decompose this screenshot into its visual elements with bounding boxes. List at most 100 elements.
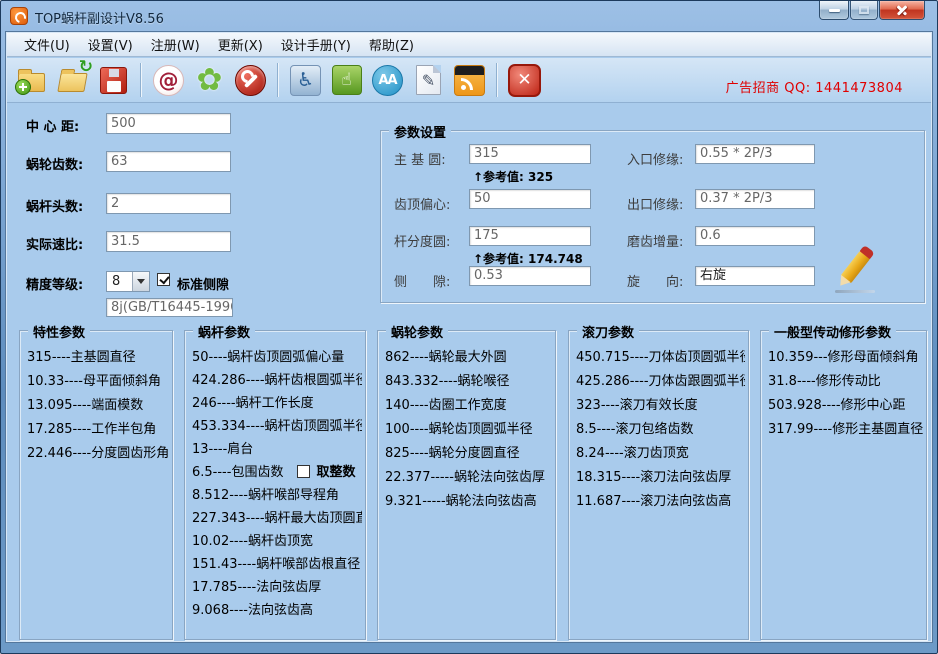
open-arrow-icon: ↻ <box>79 60 93 74</box>
close-icon <box>895 3 909 17</box>
minimize-button[interactable] <box>819 1 849 20</box>
worm-starts-input[interactable]: 2 <box>106 193 231 214</box>
toolbar-separator <box>496 63 498 97</box>
menu-design-manual[interactable]: 设计手册(Y) <box>272 33 360 56</box>
menu-register[interactable]: 注册(W) <box>142 33 209 56</box>
worm-wheel-params-title: 蜗轮参数 <box>386 322 448 341</box>
toolbar: ↻ @ ✿ ♿ ☝ AA <box>7 58 931 103</box>
precision-grade-value: 8 <box>112 274 120 289</box>
menu-file[interactable]: 文件(U) <box>15 33 79 56</box>
grinding-allowance-input[interactable]: 0.6 <box>695 226 815 246</box>
param-row: 862----蜗轮最大外圆 <box>385 346 552 370</box>
actual-ratio-label: 实际速比: <box>26 234 83 253</box>
tools-button[interactable] <box>232 61 269 99</box>
floppy-disk-icon <box>100 67 127 94</box>
worm-params-title: 蜗杆参数 <box>193 322 255 341</box>
param-settings-title: 参数设置 <box>389 122 451 141</box>
grinding-allowance-label: 磨齿增量: <box>627 231 683 250</box>
precision-grade-select[interactable]: 8 <box>106 271 150 292</box>
param-row: 22.377-----蜗轮法向弦齿厚 <box>385 466 552 490</box>
worm-pitch-circle-input[interactable]: 175 <box>469 226 591 246</box>
design-document-button[interactable]: ✎ <box>410 61 447 99</box>
rss-dot <box>461 85 466 90</box>
client-area: 中 心 距: 500 蜗轮齿数: 63 蜗杆头数: 2 实际速比: 31.5 精… <box>7 103 931 641</box>
accessibility-settings-button[interactable]: ♿ <box>287 61 324 99</box>
param-row: 246----蜗杆工作长度 <box>192 392 362 415</box>
actual-ratio-input[interactable]: 31.5 <box>106 231 231 252</box>
edit-pencil-button[interactable] <box>833 249 877 295</box>
worm-wheel-params-group: 蜗轮参数 862----蜗轮最大外圆 843.332----蜗轮喉径 140--… <box>377 330 556 640</box>
tip-eccentricity-input[interactable]: 50 <box>469 189 591 209</box>
rss-feed-button[interactable] <box>451 61 488 99</box>
entry-relief-input[interactable]: 0.55 * 2P/3 <box>695 144 815 164</box>
hand-direction-label: 旋 向: <box>627 271 683 290</box>
menu-update[interactable]: 更新(X) <box>209 33 272 56</box>
menu-bar: 文件(U) 设置(V) 注册(W) 更新(X) 设计手册(Y) 帮助(Z) <box>7 33 931 57</box>
pencil-icon <box>841 250 871 283</box>
worm-starts-label: 蜗杆头数: <box>26 196 83 215</box>
open-file-button[interactable]: ↻ <box>54 61 91 99</box>
hob-params-title: 滚刀参数 <box>577 322 639 341</box>
toolbar-separator <box>277 63 279 97</box>
param-row: 17.785----法向弦齿厚 <box>192 576 362 599</box>
gear-flower-icon: ✿ <box>193 63 227 97</box>
param-row: 10.359---修形母面倾斜角 <box>768 346 923 370</box>
precision-standard-input[interactable]: 8j(GB/T16445-1996) <box>106 298 233 317</box>
worm-gear-teeth-input[interactable]: 63 <box>106 151 231 172</box>
modification-params-group: 一般型传动修形参数 10.359---修形母面倾斜角 31.8----修形传动比… <box>760 330 927 640</box>
standard-backlash-checkbox[interactable] <box>157 273 170 286</box>
main-base-circle-label: 主 基 圆: <box>394 149 446 168</box>
backlash-input[interactable]: 0.53 <box>469 266 591 286</box>
thumbs-up-icon: ☝ <box>332 65 362 95</box>
toolbar-separator <box>140 63 142 97</box>
param-row: 13.095----端面模数 <box>27 394 169 418</box>
backlash-label: 侧 隙: <box>394 271 450 290</box>
exit-button[interactable]: ✕ <box>506 61 543 99</box>
param-row: 100----蜗轮齿顶圆弧半径 <box>385 418 552 442</box>
param-row: 17.285----工作半包角 <box>27 418 169 442</box>
exit-relief-input[interactable]: 0.37 * 2P/3 <box>695 189 815 209</box>
combo-dropdown-button[interactable] <box>132 272 149 291</box>
wheelchair-icon: ♿ <box>290 65 321 96</box>
center-distance-input[interactable]: 500 <box>106 113 231 134</box>
characteristic-params-group: 特性参数 315----主基圆直径 10.33----母平面倾斜角 13.095… <box>19 330 173 640</box>
param-row: 424.286----蜗杆齿根圆弧半径 <box>192 369 362 392</box>
menu-help[interactable]: 帮助(Z) <box>360 33 423 56</box>
gear-design-button[interactable]: ✿ <box>191 61 228 99</box>
param-row: 11.687----滚刀法向弦齿高 <box>576 490 745 514</box>
exit-relief-label: 出口修缘: <box>627 194 683 213</box>
param-row: 825----蜗轮分度圆直径 <box>385 442 552 466</box>
close-button[interactable] <box>879 1 925 20</box>
param-row: 317.99----修形主基圆直径 <box>768 418 923 442</box>
param-row: 8.5----滚刀包络齿数 <box>576 418 745 442</box>
new-file-button[interactable] <box>13 61 50 99</box>
param-row: 843.332----蜗轮喉径 <box>385 370 552 394</box>
param-row: 18.315----滚刀法向弦齿厚 <box>576 466 745 490</box>
menu-settings[interactable]: 设置(V) <box>79 33 142 56</box>
main-base-circle-input[interactable]: 315 <box>469 144 591 164</box>
hob-params-group: 滚刀参数 450.715----刀体齿顶圆弧半径 425.286----刀体齿跟… <box>568 330 749 640</box>
characteristic-params-title: 特性参数 <box>28 322 90 341</box>
param-row: 140----齿圈工作宽度 <box>385 394 552 418</box>
modification-params-title: 一般型传动修形参数 <box>769 322 896 341</box>
chevron-down-icon <box>137 279 145 288</box>
save-button[interactable] <box>95 61 132 99</box>
window-frame: 文件(U) 设置(V) 注册(W) 更新(X) 设计手册(Y) 帮助(Z) ↻ … <box>5 31 933 643</box>
param-row: 151.43----蜗杆喉部齿根直径 <box>192 553 362 576</box>
param-row: 315----主基圆直径 <box>27 346 169 370</box>
title-bar[interactable]: TOP蜗杆副设计V8.56 <box>1 1 937 31</box>
rss-icon <box>454 65 485 96</box>
worm-gear-teeth-label: 蜗轮齿数: <box>26 154 83 173</box>
approve-button[interactable]: ☝ <box>328 61 365 99</box>
param-row: 13----肩台 <box>192 438 362 461</box>
font-settings-button[interactable]: AA <box>369 61 406 99</box>
param-row: 9.321-----蜗轮法向弦齿高 <box>385 490 552 514</box>
font-icon: AA <box>372 65 403 96</box>
param-settings-group: 参数设置 主 基 圆: 315 ↑参考值: 325 齿顶偏心: 50 杆分度圆:… <box>380 130 925 303</box>
tip-eccentricity-label: 齿顶偏心: <box>394 194 450 213</box>
hand-direction-input[interactable]: 右旋 <box>695 266 815 286</box>
new-folder-icon <box>18 73 45 92</box>
worm-design-button[interactable]: @ <box>150 61 187 99</box>
maximize-button[interactable] <box>850 1 878 20</box>
round-to-integer-checkbox[interactable] <box>297 465 310 478</box>
